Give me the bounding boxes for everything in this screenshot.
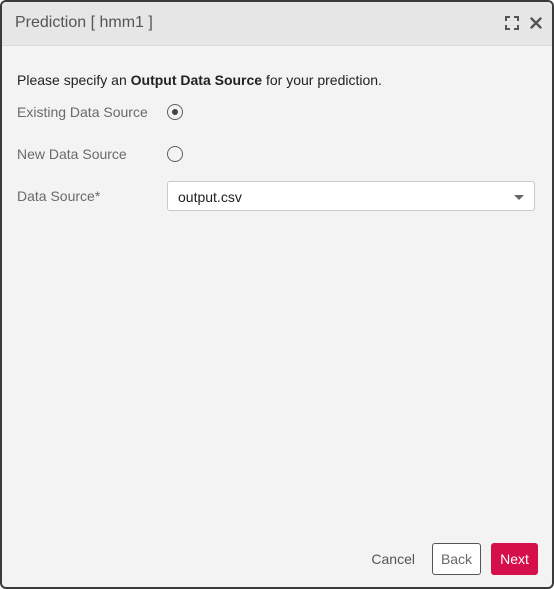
cancel-button[interactable]: Cancel bbox=[364, 543, 422, 575]
dialog-title-bar: Prediction [ hmm1 ] bbox=[2, 2, 552, 46]
next-button[interactable]: Next bbox=[491, 543, 538, 575]
new-data-source-label: New Data Source bbox=[17, 146, 127, 162]
dialog-title: Prediction [ hmm1 ] bbox=[15, 14, 153, 31]
new-data-source-row: New Data Source bbox=[17, 138, 537, 170]
instruction-prefix: Please specify an bbox=[17, 72, 131, 88]
close-icon[interactable] bbox=[528, 15, 544, 31]
existing-data-source-radio[interactable] bbox=[167, 104, 183, 120]
data-source-value: output.csv bbox=[178, 189, 242, 205]
chevron-down-icon bbox=[514, 195, 524, 200]
instruction-text: Please specify an Output Data Source for… bbox=[17, 72, 382, 88]
maximize-icon[interactable] bbox=[504, 15, 520, 31]
data-source-select[interactable]: output.csv bbox=[167, 181, 535, 211]
radio-selected-dot bbox=[172, 109, 178, 115]
existing-data-source-label: Existing Data Source bbox=[17, 104, 148, 120]
data-source-row: Data Source* output.csv bbox=[17, 180, 537, 212]
dialog-content: Please specify an Output Data Source for… bbox=[17, 45, 537, 587]
new-data-source-radio[interactable] bbox=[167, 146, 183, 162]
existing-data-source-row: Existing Data Source bbox=[17, 96, 537, 128]
prediction-dialog: Prediction [ hmm1 ] Please specify an Ou… bbox=[0, 0, 554, 589]
back-button[interactable]: Back bbox=[432, 543, 481, 575]
instruction-emphasis: Output Data Source bbox=[130, 72, 263, 88]
dialog-footer: Cancel Back Next bbox=[364, 543, 538, 575]
data-source-label: Data Source* bbox=[17, 188, 101, 204]
title-bar-actions bbox=[504, 14, 544, 32]
instruction-suffix: for your prediction. bbox=[262, 72, 382, 88]
